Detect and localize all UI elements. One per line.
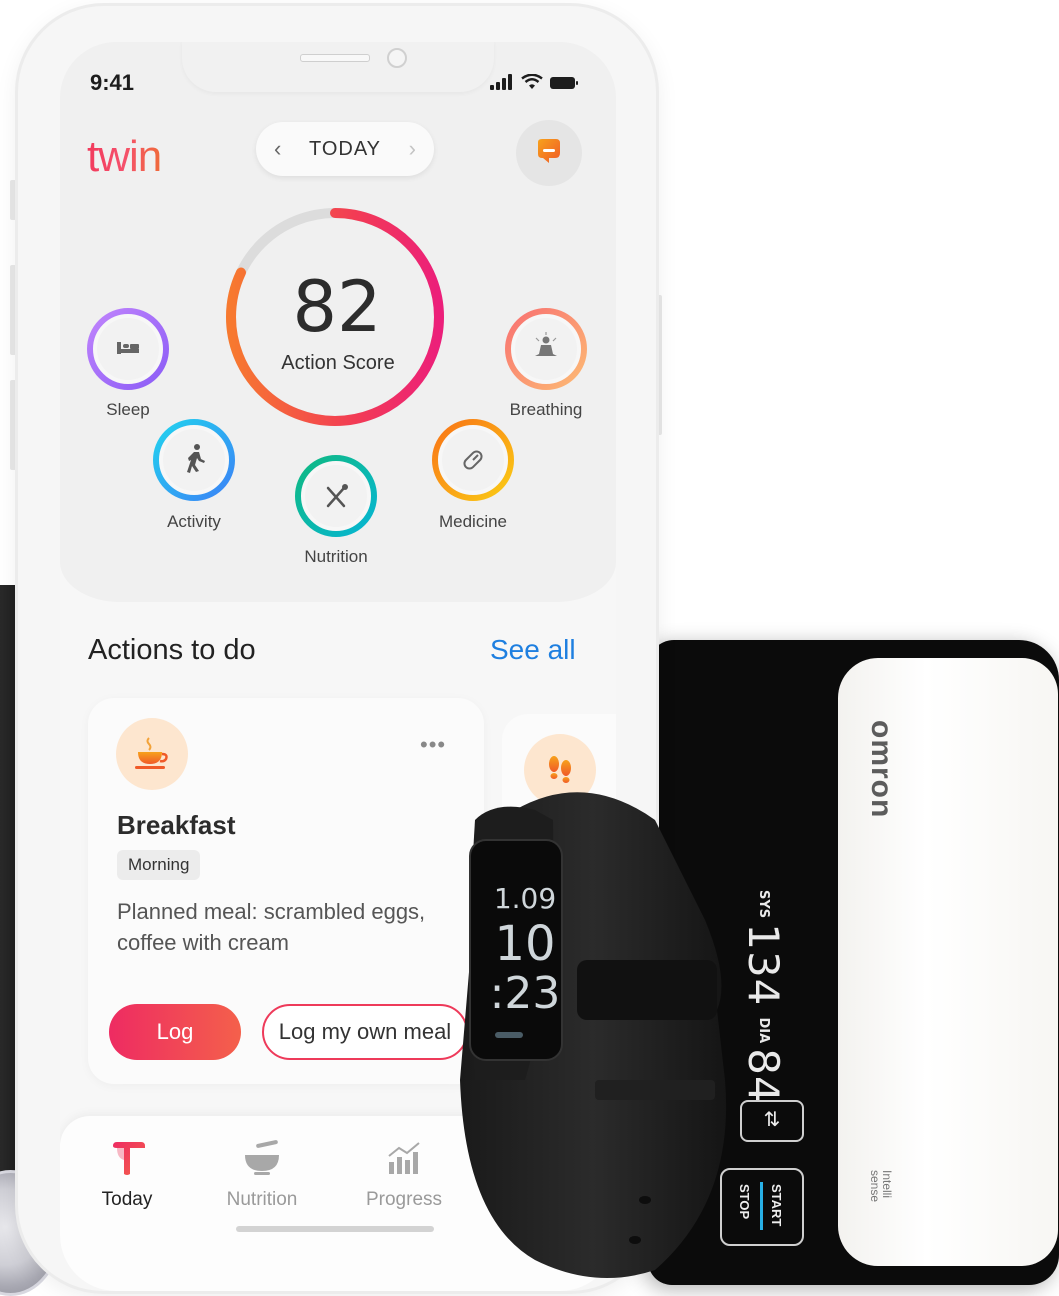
phone-side-button [10, 265, 16, 355]
sys-value: 134 [739, 923, 788, 1007]
medicine-label: Medicine [438, 512, 508, 531]
swap-button: ⇅ [740, 1100, 804, 1142]
tab-progress-label: Progress [365, 1189, 443, 1210]
watch-line2: 10 [494, 916, 555, 972]
tab-nutrition-label: Nutrition [226, 1189, 298, 1210]
sense-label: sense [868, 1170, 882, 1203]
watch-line1: 1.09 [494, 882, 556, 915]
tab-today[interactable]: Today [72, 1138, 182, 1211]
log-own-meal-button[interactable]: Log my own meal [262, 1004, 468, 1060]
home-indicator [236, 1226, 434, 1232]
chart-icon [388, 1142, 420, 1174]
log-button[interactable]: Log [109, 1004, 241, 1060]
coffee-icon [116, 718, 188, 790]
sleep-label: Sleep [106, 400, 150, 419]
phone-side-button [10, 380, 16, 470]
watch-line3: :23 [490, 968, 561, 1019]
card-title: Breakfast [117, 810, 236, 840]
dia-value: 84 [739, 1048, 788, 1104]
action-score-value: 82 [292, 266, 382, 348]
tab-today-label: Today [101, 1189, 153, 1210]
see-all-link[interactable]: See all [490, 634, 576, 666]
more-options-button[interactable]: ••• [420, 732, 446, 758]
fitness-band: 1.09 10 :23 [460, 792, 727, 1278]
activity-label: Activity [167, 512, 221, 531]
breakfast-card[interactable]: ••• Breakfast Morning Planned meal: scra… [88, 698, 484, 1084]
tab-nutrition[interactable]: Nutrition [207, 1138, 317, 1211]
action-score-label: Action Score [281, 352, 395, 374]
bowl-icon [245, 1140, 279, 1175]
phone-side-button [656, 295, 662, 435]
start-indicator [760, 1182, 763, 1230]
card-description: Planned meal: scrambled eggs, coffee wit… [117, 899, 426, 955]
intelli-label: Intelli [880, 1170, 894, 1199]
dia-label: DIA [756, 1017, 771, 1044]
time-tag: Morning [117, 850, 201, 880]
breathing-label: Breathing [509, 400, 583, 419]
actions-title: Actions to do [88, 634, 256, 666]
phone-side-button [10, 180, 16, 220]
nutrition-label: Nutrition [304, 547, 368, 566]
stop-label: STOP [737, 1184, 752, 1220]
twin-tab-icon [113, 1142, 145, 1175]
bp-readout: SYS 134 DIA 84 [739, 890, 788, 1104]
omron-brand: omron [865, 720, 898, 819]
start-label: START [769, 1184, 784, 1227]
tab-progress[interactable]: Progress [349, 1138, 459, 1211]
sys-label: SYS [756, 890, 771, 919]
intellisense-logo: Intelli sense [868, 1170, 894, 1203]
